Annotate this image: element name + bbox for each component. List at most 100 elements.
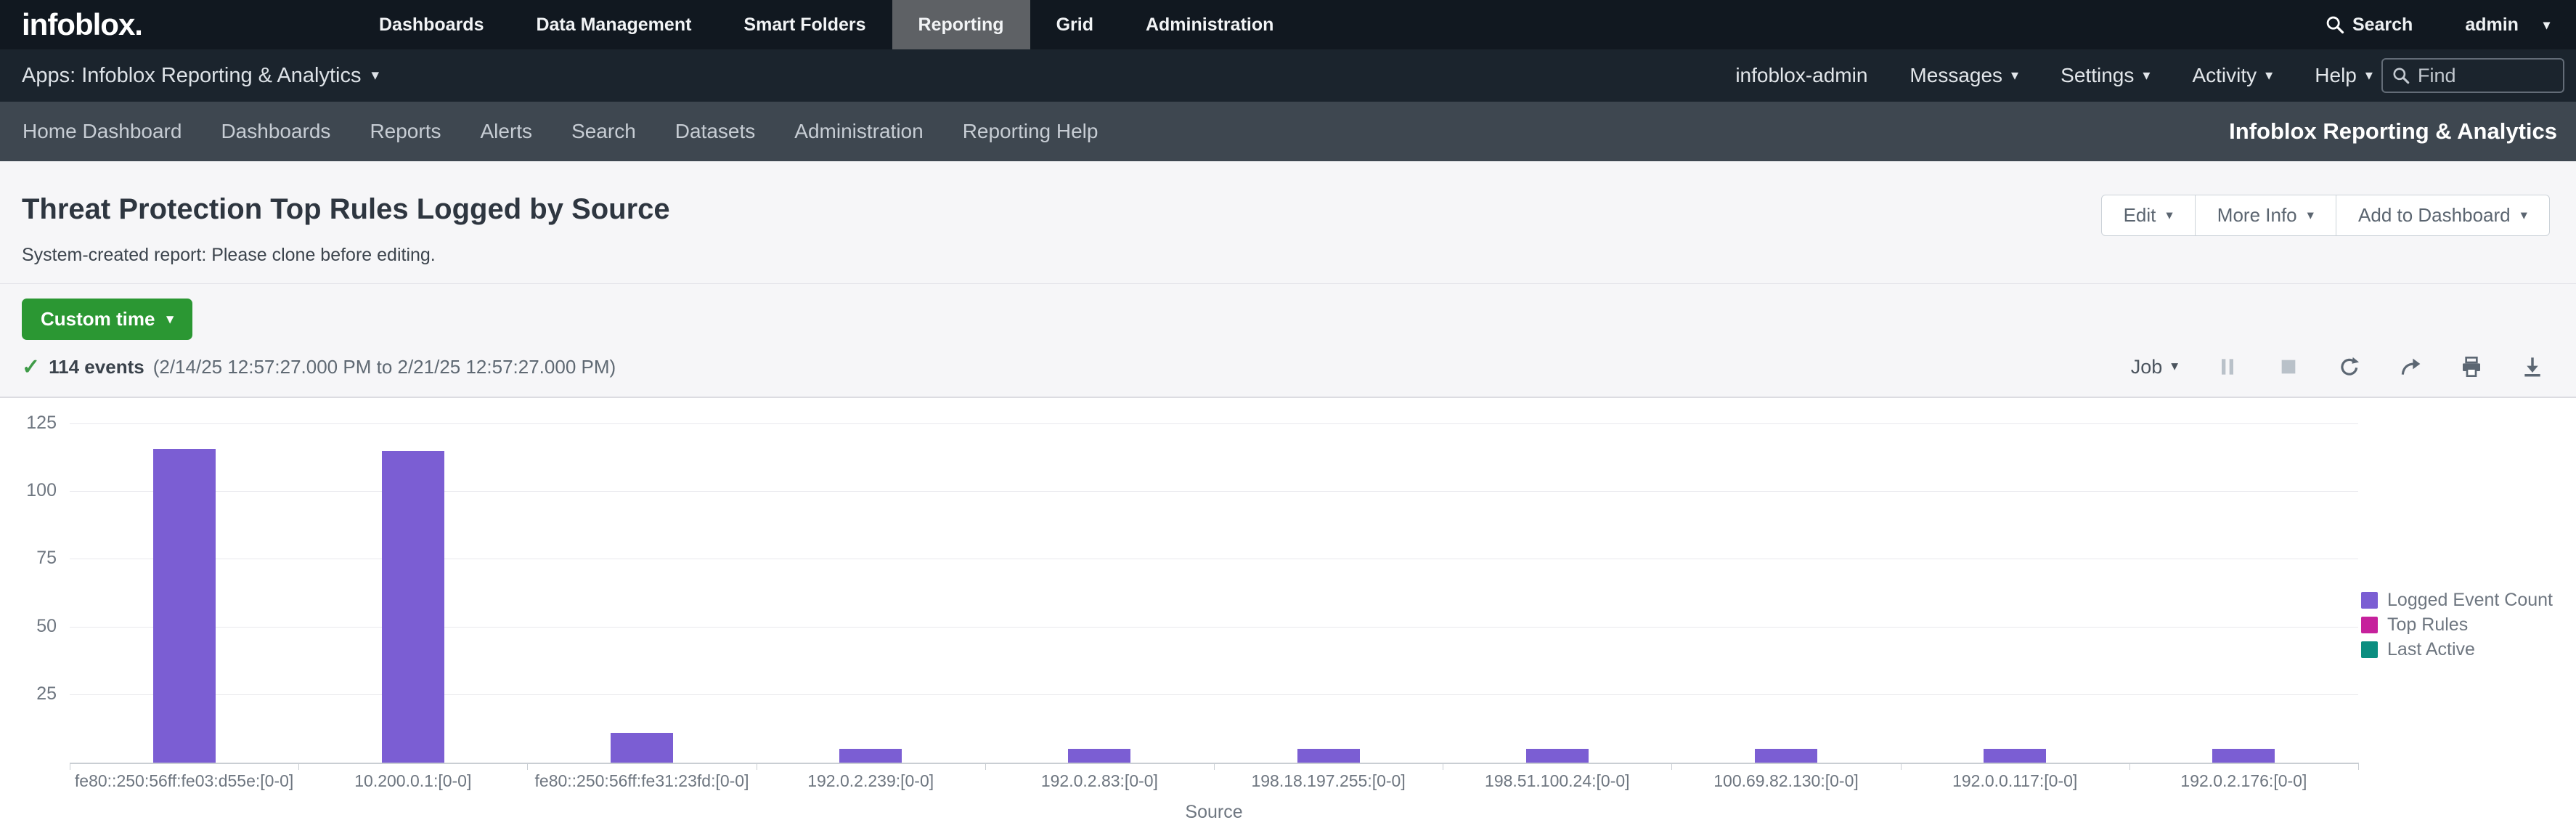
reload-icon[interactable] bbox=[2338, 355, 2361, 378]
find-box[interactable] bbox=[2381, 58, 2564, 93]
print-icon[interactable] bbox=[2460, 355, 2483, 378]
apps-bar: Apps: Infoblox Reporting & Analytics ▾ i… bbox=[0, 49, 2576, 102]
chevron-down-icon: ▾ bbox=[2543, 18, 2550, 31]
x-axis-title: Source bbox=[70, 802, 2358, 823]
bar-fe80-250-56ff-fe31-23fd-0-0[interactable] bbox=[611, 733, 673, 763]
app-title: Infoblox Reporting & Analytics bbox=[2229, 118, 2576, 145]
find-input[interactable] bbox=[2418, 65, 2545, 87]
chevron-down-icon: ▾ bbox=[2166, 208, 2172, 222]
x-tick-label: 198.18.197.255:[0-0] bbox=[1251, 771, 1405, 791]
nav-item-dashboards[interactable]: Dashboards bbox=[201, 120, 350, 143]
apps-selector[interactable]: Apps: Infoblox Reporting & Analytics ▾ bbox=[0, 64, 379, 88]
nav-item-administration[interactable]: Administration bbox=[775, 120, 942, 143]
chevron-down-icon: ▾ bbox=[166, 312, 173, 326]
time-range-button[interactable]: Custom time ▾ bbox=[22, 299, 192, 340]
chevron-down-icon: ▾ bbox=[2265, 68, 2273, 83]
bar-192-0-0-117-0-0[interactable] bbox=[1984, 749, 2046, 763]
legend-item-last-active: Last Active bbox=[2361, 639, 2553, 660]
search-icon bbox=[2392, 66, 2410, 85]
x-tick-label: 192.0.2.239:[0-0] bbox=[807, 771, 934, 791]
x-tick-label: fe80::250:56ff:fe31:23fd:[0-0] bbox=[535, 771, 749, 791]
chevron-down-icon: ▾ bbox=[2521, 208, 2527, 222]
top-nav-item-smart-folders[interactable]: Smart Folders bbox=[717, 0, 892, 49]
download-icon[interactable] bbox=[2521, 355, 2544, 378]
nav-item-datasets[interactable]: Datasets bbox=[656, 120, 775, 143]
search-icon bbox=[2325, 15, 2345, 35]
x-tick-label: 192.0.2.176:[0-0] bbox=[2180, 771, 2307, 791]
menu-help[interactable]: Help ▾ bbox=[2315, 64, 2373, 87]
x-tick-label: fe80::250:56ff:fe03:d55e:[0-0] bbox=[75, 771, 293, 791]
nav-item-home-dashboard[interactable]: Home Dashboard bbox=[3, 120, 201, 143]
stop-icon[interactable] bbox=[2277, 355, 2300, 378]
top-nav-item-data-management[interactable]: Data Management bbox=[510, 0, 717, 49]
x-tick-label: 10.200.0.1:[0-0] bbox=[354, 771, 471, 791]
menu-activity[interactable]: Activity ▾ bbox=[2192, 64, 2273, 87]
share-icon[interactable] bbox=[2399, 355, 2422, 378]
pause-icon[interactable] bbox=[2216, 355, 2239, 378]
user-menu[interactable]: admin ▾ bbox=[2465, 15, 2550, 36]
edit-button[interactable]: Edit▾ bbox=[2101, 195, 2196, 236]
x-axis-tick bbox=[1671, 763, 1672, 770]
bar-chart: Source 255075100125fe80::250:56ff:fe03:d… bbox=[70, 424, 2358, 764]
top-nav-item-reporting[interactable]: Reporting bbox=[892, 0, 1030, 49]
button-label: More Info bbox=[2217, 204, 2297, 227]
nav-item-reporting-help[interactable]: Reporting Help bbox=[943, 120, 1118, 143]
gridline-125 bbox=[70, 423, 2358, 424]
chevron-down-icon: ▾ bbox=[2011, 68, 2018, 83]
more-info-button[interactable]: More Info ▾ bbox=[2196, 195, 2336, 236]
time-range-label: Custom time bbox=[41, 308, 155, 330]
chevron-down-icon: ▾ bbox=[2365, 68, 2373, 83]
events-range: (2/14/25 12:57:27.000 PM to 2/21/25 12:5… bbox=[153, 356, 616, 378]
bar-10-200-0-1-0-0[interactable] bbox=[382, 451, 444, 763]
legend-label: Last Active bbox=[2387, 639, 2475, 660]
bar-192-0-2-239-0-0[interactable] bbox=[839, 749, 902, 763]
bar-fe80-250-56ff-fe03-d55e-0-0[interactable] bbox=[153, 449, 216, 763]
search-label: Search bbox=[2352, 15, 2413, 36]
top-nav-item-administration[interactable]: Administration bbox=[1120, 0, 1300, 49]
legend-swatch bbox=[2361, 641, 2378, 658]
nav-item-reports[interactable]: Reports bbox=[350, 120, 460, 143]
top-nav: DashboardsData ManagementSmart FoldersRe… bbox=[353, 0, 1300, 49]
chevron-down-icon: ▾ bbox=[2307, 208, 2314, 222]
menu-label: Messages bbox=[1909, 64, 2002, 87]
legend-swatch bbox=[2361, 592, 2378, 609]
reporting-nav: Home DashboardDashboardsReportsAlertsSea… bbox=[0, 102, 2576, 161]
x-tick-label: 198.51.100.24:[0-0] bbox=[1485, 771, 1630, 791]
nav-item-search[interactable]: Search bbox=[552, 120, 656, 143]
divider bbox=[0, 283, 2576, 284]
events-count: 114 events bbox=[49, 356, 144, 378]
report-actions: Edit▾More Info▾Add to Dashboard▾ bbox=[2101, 195, 2550, 236]
x-axis-tick bbox=[2129, 763, 2130, 770]
menu-infoblox-admin[interactable]: infoblox-admin bbox=[1735, 64, 1867, 87]
bar-198-51-100-24-0-0[interactable] bbox=[1526, 749, 1589, 763]
global-search-button[interactable]: Search bbox=[2325, 15, 2413, 36]
legend-label: Logged Event Count bbox=[2387, 590, 2553, 611]
bar-192-0-2-176-0-0[interactable] bbox=[2212, 749, 2275, 763]
x-axis-tick bbox=[298, 763, 299, 770]
chevron-down-icon: ▾ bbox=[2171, 360, 2178, 373]
y-tick-label: 75 bbox=[6, 548, 57, 569]
x-axis-tick bbox=[527, 763, 528, 770]
bar-100-69-82-130-0-0[interactable] bbox=[1755, 749, 1817, 763]
job-menu[interactable]: Job ▾ bbox=[2131, 356, 2178, 378]
menu-label: Activity bbox=[2192, 64, 2257, 87]
top-bar: infoblox. DashboardsData ManagementSmart… bbox=[0, 0, 2576, 49]
nav-item-alerts[interactable]: Alerts bbox=[460, 120, 552, 143]
top-nav-item-grid[interactable]: Grid bbox=[1030, 0, 1120, 49]
top-right: Search admin ▾ bbox=[2325, 0, 2576, 49]
menu-label: Help bbox=[2315, 64, 2357, 87]
menu-label: infoblox-admin bbox=[1735, 64, 1867, 87]
events-status-row: ✓ 114 events (2/14/25 12:57:27.000 PM to… bbox=[0, 350, 2576, 383]
bar-198-18-197-255-0-0[interactable] bbox=[1297, 749, 1360, 763]
add-to-dashboard-button[interactable]: Add to Dashboard▾ bbox=[2336, 195, 2550, 236]
job-toolbar: Job ▾ bbox=[2131, 355, 2544, 378]
legend-swatch bbox=[2361, 617, 2378, 633]
bar-192-0-2-83-0-0[interactable] bbox=[1068, 749, 1130, 763]
menu-settings[interactable]: Settings▾ bbox=[2061, 64, 2150, 87]
y-tick-label: 25 bbox=[6, 683, 57, 705]
chart-panel: Source 255075100125fe80::250:56ff:fe03:d… bbox=[0, 397, 2576, 828]
y-tick-label: 125 bbox=[6, 413, 57, 434]
menu-messages[interactable]: Messages ▾ bbox=[1909, 64, 2018, 87]
x-tick-label: 192.0.0.117:[0-0] bbox=[1952, 771, 2077, 791]
top-nav-item-dashboards[interactable]: Dashboards bbox=[353, 0, 510, 49]
